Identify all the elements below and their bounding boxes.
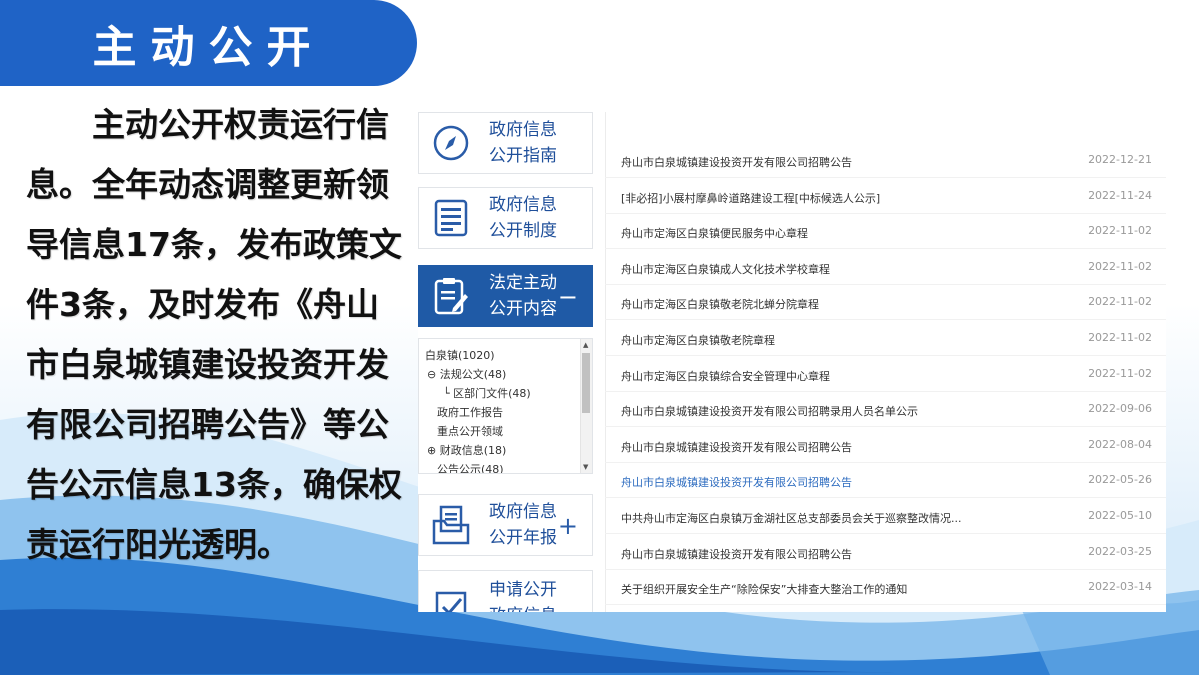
list-item-title[interactable]: 舟山市白泉城镇建设投资开发有限公司招聘公告 xyxy=(621,439,852,455)
website-screenshot-panel: 政府信息公开指南 政府信息公开制度 法定主动公开内容 − 白泉镇(1020) ⊖… xyxy=(418,112,1166,612)
list-item-date: 2022-08-04 xyxy=(1088,437,1152,451)
checkbox-icon xyxy=(429,585,473,612)
nav-card-apply[interactable]: 申请公开政府信息 xyxy=(418,570,593,612)
list-item[interactable]: 舟山市白泉城镇建设投资开发有限公司招聘录用人员名单公示 2022-09-06 xyxy=(605,391,1166,428)
announcement-list: 舟山市白泉城镇建设投资开发有限公司招聘公告 2022-12-21 [非必招]小展村摩… xyxy=(605,112,1166,612)
category-tree: 白泉镇(1020) ⊖ 法规公文(48) └ 区部门文件(48) 政府工作报告 … xyxy=(418,338,593,474)
list-item[interactable]: 关于组织开展安全生产“除险保安”大排查大整治工作的通知 2022-03-14 xyxy=(605,569,1166,606)
tree-item[interactable]: 政府工作报告 xyxy=(425,403,592,422)
list-item-date: 2022-11-02 xyxy=(1088,331,1152,344)
tree-item-root[interactable]: 白泉镇(1020) xyxy=(425,346,592,365)
list-item-date: 2022-03-25 xyxy=(1088,544,1152,558)
clipboard-edit-icon xyxy=(429,274,473,318)
nav-card-statutory-content[interactable]: 法定主动公开内容 − xyxy=(418,265,593,327)
scrollbar-thumb[interactable] xyxy=(582,353,590,413)
scroll-up-icon[interactable]: ▲ xyxy=(583,341,588,349)
list-item[interactable]: 舟山市白泉城镇建设投资开发有限公司招聘公告 2022-03-25 xyxy=(605,534,1166,570)
tree-item[interactable]: ⊖ 法规公文(48) xyxy=(425,365,592,384)
list-item[interactable]: 舟山市定海区白泉镇便民服务中心章程 2022-11-02 xyxy=(605,213,1166,250)
list-item[interactable]: 舟山市定海区白泉镇敬老院章程 2022-11-02 xyxy=(605,320,1166,356)
collapse-toggle[interactable]: − xyxy=(558,283,578,311)
list-item-date: 2022-11-24 xyxy=(1088,188,1152,202)
list-item-date: 2022-11-02 xyxy=(1088,295,1152,309)
nav-card-label: 申请公开政府信息 xyxy=(489,580,557,612)
list-item-title[interactable]: 舟山市定海区白泉镇综合安全管理中心章程 xyxy=(621,368,830,384)
scroll-down-icon[interactable]: ▼ xyxy=(583,463,588,471)
list-item-title[interactable]: 舟山市白泉城镇建设投资开发有限公司招聘公告 xyxy=(621,546,852,562)
list-item[interactable]: 舟山市定海区白泉镇综合安全管理中心章程 2022-11-02 xyxy=(605,356,1166,392)
list-item-title[interactable]: 舟山市白泉城镇建设投资开发有限公司招聘公告 xyxy=(621,154,852,170)
list-item-date: 2022-11-02 xyxy=(1088,366,1152,380)
tree-item[interactable]: 重点公开领域 xyxy=(425,422,592,441)
sidebar: 政府信息公开指南 政府信息公开制度 法定主动公开内容 − 白泉镇(1020) ⊖… xyxy=(418,112,594,612)
section-title: 主动公开 xyxy=(92,22,325,73)
nav-card-label: 政府信息公开指南 xyxy=(489,120,557,166)
tree-item[interactable]: └ 区部门文件(48) xyxy=(425,384,592,403)
folder-document-icon xyxy=(429,503,473,547)
list-item[interactable]: 舟山市白泉城镇建设投资开发有限公司招聘公告 2022-05-26 xyxy=(605,462,1166,499)
list-item-date: 2022-09-06 xyxy=(1088,402,1152,416)
nav-card-label: 政府信息公开制度 xyxy=(489,195,557,241)
list-item-title[interactable]: 舟山市定海区白泉镇敬老院章程 xyxy=(621,332,775,348)
list-item-title[interactable]: 舟山市定海区白泉镇敬老院北蝉分院章程 xyxy=(621,296,819,312)
list-item-title[interactable]: 舟山市定海区白泉镇便民服务中心章程 xyxy=(621,225,808,241)
list-item-date: 2022-12-21 xyxy=(1088,153,1152,166)
section-title-banner: 主动公开 xyxy=(0,0,417,86)
list-item-title[interactable]: 舟山市白泉城镇建设投资开发有限公司招聘录用人员名单公示 xyxy=(621,403,918,419)
document-list-icon xyxy=(429,196,473,240)
list-item-date: 2022-05-26 xyxy=(1088,473,1152,487)
list-item-title[interactable]: 舟山市白泉城镇建设投资开发有限公司招聘公告 xyxy=(621,474,852,490)
list-item-title[interactable]: 关于组织开展安全生产“除险保安”大排查大整治工作的通知 xyxy=(621,581,907,597)
list-item[interactable]: 中共舟山市定海区白泉镇万金湖社区总支部委员会关于巡察整改情况... 2022-05… xyxy=(605,498,1166,534)
expand-toggle[interactable]: + xyxy=(558,512,578,540)
list-item[interactable]: [非必招]小展村摩鼻岭道路建设工程[中标候选人公示] 2022-11-24 xyxy=(605,178,1166,214)
list-item-date: 2022-05-10 xyxy=(1088,509,1152,522)
nav-card-system[interactable]: 政府信息公开制度 xyxy=(418,187,593,249)
nav-card-annual-report[interactable]: 政府信息公开年报 + xyxy=(418,494,593,556)
tree-item[interactable]: 公告公示(48) xyxy=(425,460,592,473)
list-item-date: 2022-11-02 xyxy=(1088,259,1152,273)
list-item[interactable]: 舟山市白泉城镇建设投资开发有限公司招聘公告 2022-08-04 xyxy=(605,427,1166,463)
list-item[interactable]: 舟山市定海区白泉镇成人文化技术学校章程 2022-11-02 xyxy=(605,249,1166,285)
nav-card-guide[interactable]: 政府信息公开指南 xyxy=(418,112,593,174)
list-item-title[interactable]: [非必招]小展村摩鼻岭道路建设工程[中标候选人公示] xyxy=(621,190,880,206)
list-item-title[interactable]: 舟山市定海区白泉镇成人文化技术学校章程 xyxy=(621,261,830,277)
list-item[interactable]: 舟山市白泉城镇建设投资开发有限公司招聘公告 2022-12-21 xyxy=(605,142,1166,178)
tree-scrollbar[interactable]: ▲ ▼ xyxy=(580,339,592,473)
compass-icon xyxy=(429,121,473,165)
list-item-date: 2022-03-14 xyxy=(1088,580,1152,594)
list-item-title[interactable]: 中共舟山市定海区白泉镇万金湖社区总支部委员会关于巡察整改情况... xyxy=(621,510,962,526)
list-item[interactable]: 舟山市定海区白泉镇敬老院北蝉分院章程 2022-11-02 xyxy=(605,284,1166,321)
tree-item[interactable]: ⊕ 财政信息(18) xyxy=(425,441,592,460)
list-item-date: 2022-11-02 xyxy=(1088,224,1152,238)
body-paragraph: 主动公开权责运行信息。全年动态调整更新领导信息17条，发布政策文件3条，及时发布… xyxy=(26,105,402,564)
